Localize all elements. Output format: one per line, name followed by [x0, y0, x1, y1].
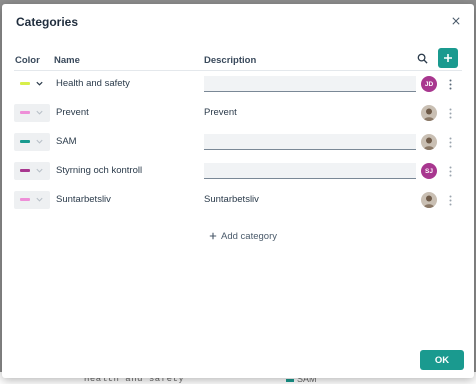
close-button[interactable] [448, 13, 464, 29]
category-name: Styrning och kontroll [56, 165, 143, 176]
color-picker[interactable] [14, 75, 50, 93]
color-swatch [20, 198, 30, 201]
category-row: SAM [14, 129, 462, 155]
color-picker[interactable] [14, 191, 50, 209]
color-swatch [20, 82, 30, 85]
color-swatch [20, 140, 30, 143]
color-picker[interactable] [14, 162, 50, 180]
user-photo-icon [423, 137, 435, 150]
user-photo-icon [423, 108, 435, 121]
ok-button[interactable]: OK [420, 350, 464, 370]
more-vertical-icon [449, 137, 451, 147]
row-menu-button[interactable] [444, 134, 456, 150]
user-photo-icon [423, 195, 435, 208]
row-menu-button[interactable] [444, 192, 456, 208]
more-vertical-icon [449, 195, 451, 205]
category-name: Health and safety [56, 78, 130, 89]
category-row: Suntarbetsliv Suntarbetsliv [14, 187, 462, 213]
chevron-down-icon [36, 81, 43, 86]
column-header-description: Description [204, 55, 257, 66]
description-text: Suntarbetsliv [204, 194, 259, 205]
add-category-icon-button[interactable] [438, 48, 458, 68]
category-name: Prevent [56, 107, 89, 118]
chevron-down-icon [36, 168, 43, 173]
color-swatch [20, 111, 30, 114]
chevron-down-icon [36, 139, 43, 144]
color-picker[interactable] [14, 104, 50, 122]
chevron-down-icon [36, 197, 43, 202]
search-icon [417, 53, 428, 64]
avatar: JD [421, 76, 437, 92]
more-vertical-icon [449, 166, 451, 176]
category-row: Health and safety JD [14, 71, 462, 97]
row-menu-button[interactable] [444, 76, 456, 92]
categories-dialog: Categories Color Name Description Health… [2, 4, 474, 378]
more-vertical-icon [449, 79, 451, 89]
row-menu-button[interactable] [444, 163, 456, 179]
chevron-down-icon [36, 110, 43, 115]
close-icon [452, 17, 460, 25]
more-vertical-icon [449, 108, 451, 118]
description-text: Prevent [204, 107, 237, 118]
color-picker[interactable] [14, 133, 50, 151]
column-header-name: Name [54, 55, 80, 66]
color-swatch [20, 169, 30, 172]
plus-icon [444, 54, 452, 62]
description-input[interactable] [204, 76, 416, 92]
category-name: Suntarbetsliv [56, 194, 111, 205]
avatar: SJ [421, 163, 437, 179]
dialog-title: Categories [16, 15, 79, 29]
row-menu-button[interactable] [444, 105, 456, 121]
column-header-color: Color [15, 55, 40, 66]
description-input[interactable] [204, 163, 416, 179]
avatar [421, 105, 437, 121]
plus-icon [209, 232, 217, 240]
avatar [421, 192, 437, 208]
description-input[interactable] [204, 134, 416, 150]
add-category-label: Add category [221, 230, 277, 242]
category-row: Prevent Prevent [14, 100, 462, 126]
background-color-swatch [286, 379, 294, 382]
search-button[interactable] [414, 50, 430, 66]
add-category-link[interactable]: Add category [209, 229, 277, 243]
avatar [421, 134, 437, 150]
category-name: SAM [56, 136, 77, 147]
category-row: Styrning och kontroll SJ [14, 158, 462, 184]
